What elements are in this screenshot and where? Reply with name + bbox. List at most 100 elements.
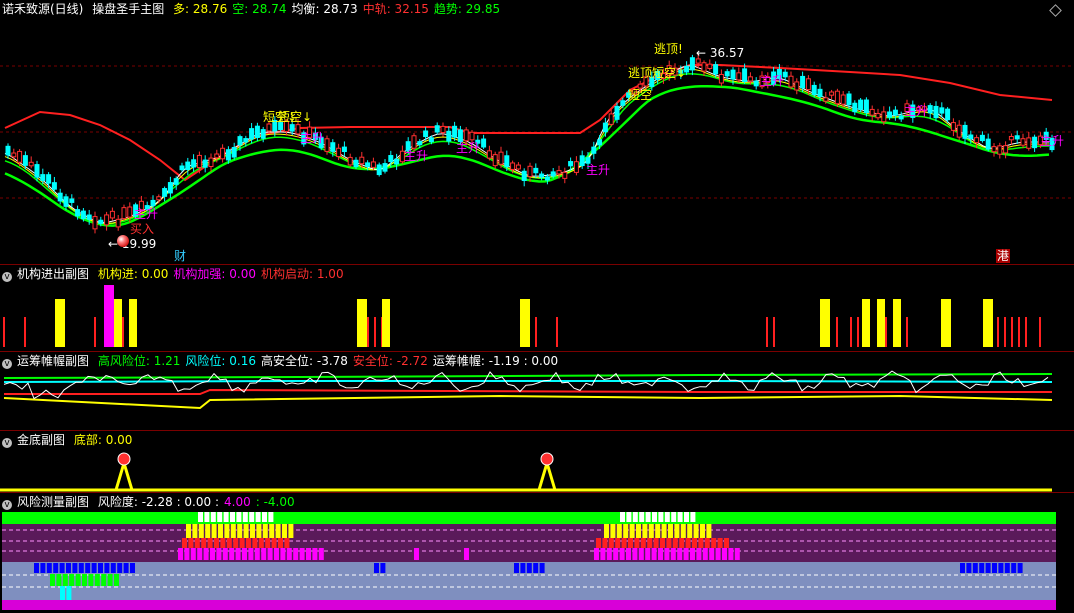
escape-top-short-label: 逃顶短空↓ — [628, 66, 687, 80]
sub2-title[interactable]: 运筹帷幄副图 — [17, 354, 89, 368]
financial-report-marker[interactable]: 财 — [174, 249, 186, 263]
institution-in-bar — [941, 299, 951, 347]
candle-body — [254, 125, 260, 138]
chevron-down-icon[interactable]: v — [2, 272, 12, 282]
buy-label: 买入 — [130, 222, 155, 236]
hk-connect-marker[interactable]: 港 — [996, 249, 1011, 263]
risk-red-column — [284, 538, 290, 548]
candle-body — [504, 155, 510, 168]
high-price-label: ← 36.57 — [696, 46, 745, 60]
risk-cyan-column — [66, 586, 72, 600]
sub4-value-0: 风险度: -2.28 : 0.00 : — [97, 495, 219, 509]
candle-body — [260, 129, 266, 139]
candle-body — [330, 142, 336, 152]
candle-body — [950, 122, 956, 131]
risk-green-column — [56, 574, 62, 586]
golden-bottom-subchart-pane[interactable]: v 金底副图 底部: 0.00 — [0, 431, 1074, 492]
risk-blue-column — [98, 563, 103, 573]
risk-red-column — [207, 538, 213, 548]
risk-green-column — [88, 574, 94, 586]
main-chart-pane[interactable]: 诺禾致源(日线) 操盘圣手主图 多: 28.76 空: 28.74 均衡: 28.7… — [0, 0, 1074, 264]
risk-white-column — [249, 512, 255, 522]
risk-yellow-column — [700, 524, 705, 538]
risk-yellow-column — [243, 524, 249, 538]
risk-yellow-column — [211, 524, 217, 538]
candle-body — [968, 134, 974, 140]
candle-body — [736, 72, 742, 81]
risk-magenta-column — [709, 548, 715, 560]
sub4-title[interactable]: 风险测量副图 — [17, 495, 89, 509]
candle-body — [365, 162, 371, 167]
candle-body — [713, 64, 719, 75]
strategy-subchart-pane[interactable]: v 运筹帷幄副图 高风险位: 1.21 风险位: 0.16 高安全位: -3.78 安全… — [0, 352, 1074, 430]
bottom-signal-ball — [117, 452, 131, 466]
chevron-down-icon[interactable]: v — [2, 438, 12, 448]
balance-line — [4, 65, 1049, 223]
risk-yellow-column — [610, 524, 616, 538]
risk-blue-column — [380, 563, 386, 573]
candle-body — [162, 188, 168, 197]
main-value-4: 趋势: 29.85 — [433, 2, 501, 16]
candle-body — [440, 125, 446, 134]
risk-yellow-column — [648, 524, 654, 538]
candle-body — [863, 99, 869, 114]
candle-body — [927, 105, 933, 114]
sub3-value-0: 底部: 0.00 — [73, 433, 133, 447]
stock-title[interactable]: 诺禾致源(日线) — [2, 2, 83, 16]
candle-body — [336, 147, 342, 158]
candle-body — [121, 207, 127, 220]
candle-body — [185, 161, 191, 170]
risk-yellow-column — [623, 524, 629, 538]
risk-white-column — [632, 512, 638, 522]
candle-body — [382, 163, 388, 172]
sub1-title[interactable]: 机构进出副图 — [17, 267, 89, 281]
risk-yellow-column — [275, 524, 281, 538]
candle-body — [550, 171, 556, 177]
institution-in-bar — [862, 299, 870, 347]
risk-red-column — [258, 538, 264, 548]
candle-body — [457, 129, 463, 143]
indicator-name[interactable]: 操盘圣手主图 — [92, 2, 164, 16]
candle-body — [730, 69, 736, 80]
candle-body — [608, 113, 614, 125]
risk-red-column — [615, 538, 621, 548]
institution-strength-bar — [104, 285, 114, 347]
risk-red-column — [182, 538, 187, 548]
candle-body — [614, 105, 620, 120]
risk-magenta-column — [728, 548, 734, 560]
risk-blue-column — [91, 563, 97, 573]
risk-subchart-pane[interactable]: v 风险测量副图 风险度: -2.28 : 0.00 : 4.00: -4.00 — [0, 493, 1074, 613]
risk-yellow-column — [282, 524, 287, 538]
candle-body — [997, 145, 1003, 155]
risk-green-column — [82, 574, 87, 586]
sub2-value-2: 高安全位: -3.78 — [261, 354, 348, 368]
risk-yellow-column — [674, 524, 680, 538]
institution-subchart-pane[interactable]: v 机构进出副图 机构进: 0.00 机构加强: 0.00 机构启动: 1.00 — [0, 265, 1074, 351]
sub4-value-2: : -4.00 — [255, 495, 295, 509]
candle-body — [202, 159, 208, 168]
risk-blue-column — [966, 563, 972, 573]
institution-in-bar — [893, 299, 901, 347]
candle-body — [979, 134, 985, 142]
candle-body — [742, 68, 748, 83]
candle-body — [225, 149, 231, 161]
candle-body — [46, 174, 52, 184]
candle-body — [527, 165, 533, 178]
risk-magenta-column — [670, 548, 676, 560]
sub3-title[interactable]: 金底副图 — [17, 433, 65, 447]
risk-red-column — [265, 538, 271, 548]
chevron-down-icon[interactable]: v — [2, 500, 12, 510]
risk-magenta-column — [190, 548, 196, 560]
candle-body — [51, 182, 57, 190]
candle-body — [394, 158, 400, 165]
risk-magenta-column — [267, 548, 273, 560]
chevron-down-icon[interactable]: v — [2, 359, 12, 369]
risk-green-column — [107, 574, 113, 586]
candle-body — [597, 139, 603, 146]
safe-line — [4, 388, 1052, 395]
risk-yellow-column — [680, 524, 686, 538]
candle-body — [86, 214, 92, 220]
institution-in-bar — [520, 299, 530, 347]
candle-body — [214, 153, 220, 159]
main-candlestick-chart[interactable] — [0, 0, 1074, 264]
